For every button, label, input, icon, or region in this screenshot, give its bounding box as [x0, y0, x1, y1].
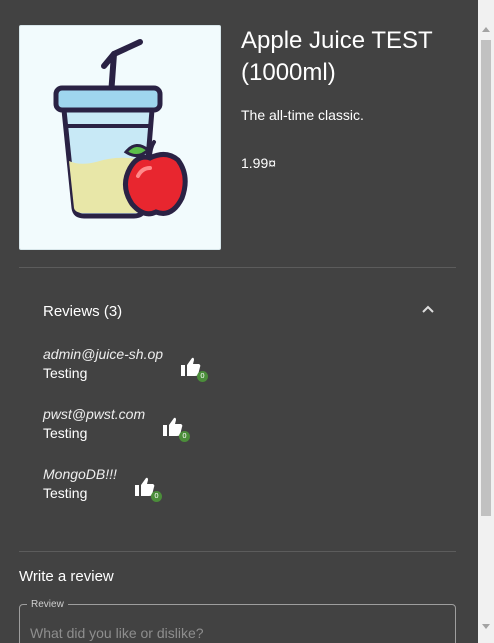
- like-button[interactable]: 0: [134, 476, 162, 502]
- reviews-header[interactable]: Reviews (3): [43, 303, 122, 320]
- write-review-title: Write a review: [19, 568, 114, 585]
- like-count-badge: 0: [179, 431, 190, 442]
- review-item: pwst@pwst.com Testing: [43, 406, 145, 441]
- scrollbar-thumb[interactable]: [481, 40, 491, 516]
- apple-juice-image: [53, 39, 188, 219]
- product-price: 1.99¤: [241, 155, 277, 171]
- like-button[interactable]: 0: [162, 416, 190, 442]
- review-item: MongoDB!!! Testing: [43, 466, 117, 501]
- vertical-scrollbar[interactable]: [478, 0, 494, 643]
- product-image: [19, 25, 221, 250]
- review-placeholder: What did you like or dislike?: [30, 625, 204, 641]
- divider: [19, 267, 456, 268]
- review-textarea[interactable]: Review What did you like or dislike?: [19, 599, 456, 643]
- chevron-up-icon[interactable]: [419, 301, 437, 319]
- like-button[interactable]: 0: [180, 356, 208, 382]
- product-description: The all-time classic.: [241, 107, 364, 123]
- review-message: Testing: [43, 485, 88, 501]
- review-message: Testing: [43, 425, 88, 441]
- review-message: Testing: [43, 365, 88, 381]
- review-author: pwst@pwst.com: [43, 406, 146, 422]
- product-details-dialog: Apple Juice TEST (1000ml) The all-time c…: [0, 0, 478, 643]
- scroll-up-arrow-icon[interactable]: [482, 27, 490, 32]
- review-item: admin@juice-sh.op Testing: [43, 346, 163, 381]
- product-title: Apple Juice TEST (1000ml): [241, 27, 433, 86]
- review-field-label: Review: [27, 599, 68, 610]
- divider: [19, 551, 456, 552]
- like-count-badge: 0: [151, 491, 162, 502]
- scroll-down-arrow-icon[interactable]: [482, 624, 490, 629]
- review-author: MongoDB!!!: [43, 466, 117, 482]
- review-author: admin@juice-sh.op: [43, 346, 164, 362]
- like-count-badge: 0: [197, 371, 208, 382]
